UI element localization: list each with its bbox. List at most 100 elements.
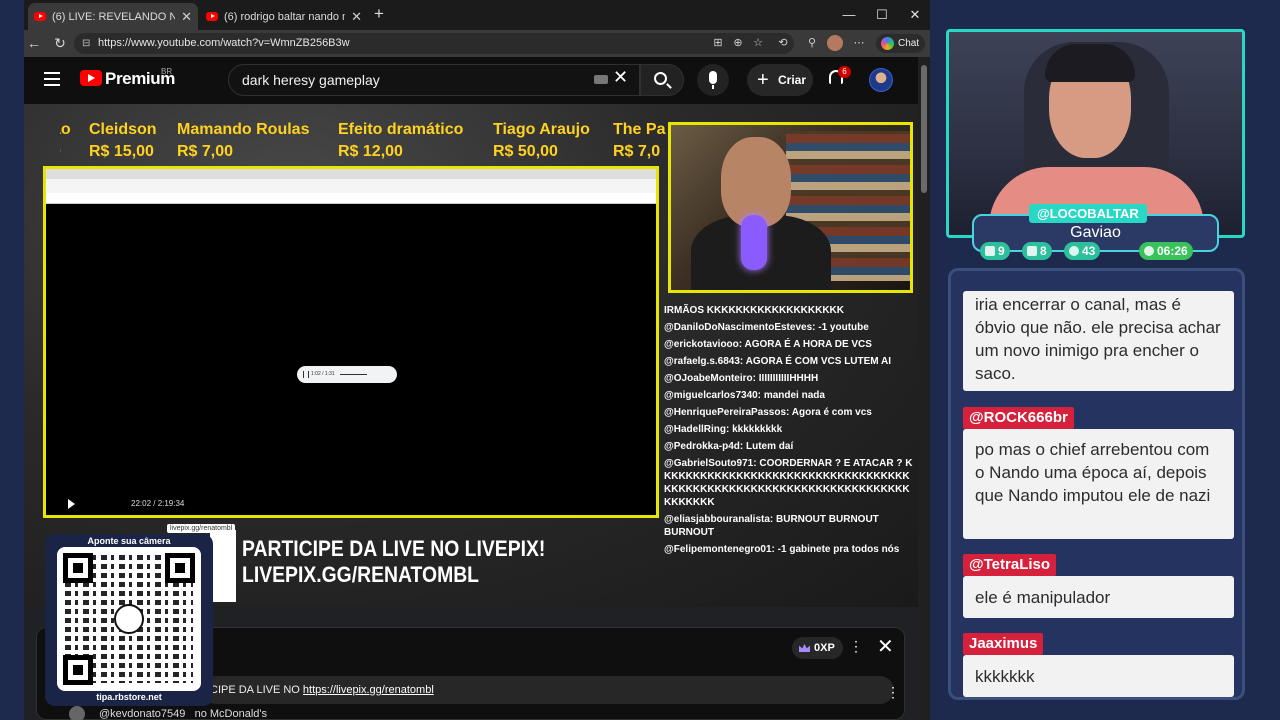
qr-caption: Aponte sua câmera	[87, 536, 171, 546]
chat-message: @HenriquePereiraPassos: Agora é com vcs	[664, 407, 872, 418]
tab-title: (6) rodrigo baltar nando moura sem	[224, 10, 345, 23]
tab-live-video[interactable]: (6) LIVE: REVELANDO NOVOS ÁUDIOS ✕	[28, 3, 198, 30]
xp-value: 0XP	[814, 642, 835, 654]
donor-ticker: ao 0 Cleidson R$ 15,00 Mamando Roulas R$…	[60, 120, 666, 164]
youtube-logo-icon[interactable]	[80, 70, 102, 86]
search-input[interactable]: dark heresy gameplay	[228, 64, 640, 96]
audio-track	[340, 374, 367, 375]
livepix-line-1: PARTICIPE DA LIVE NO LIVEPIX!	[242, 536, 546, 561]
microphone-icon	[114, 604, 144, 634]
chat-message: @rafaelg.s.6843: AGORA É COM VCS LUTEM A…	[664, 356, 892, 367]
search-button[interactable]	[640, 64, 684, 96]
close-icon[interactable]: ✕	[181, 9, 192, 25]
youtube-header: Premium BR dark heresy gameplay ✕ + Cria…	[24, 57, 930, 104]
streamer-hair	[1045, 44, 1135, 82]
donor-entry: Efeito dramático R$ 12,00	[338, 121, 464, 160]
chat-icon	[985, 246, 995, 256]
pinned-text: CIPE DA LIVE NO	[210, 684, 303, 696]
viewer-card: @LOCOBALTAR Gaviao 9 8 43 06:26	[972, 204, 1219, 267]
youtube-favicon-icon	[206, 12, 218, 21]
page-scrollbar[interactable]	[918, 57, 930, 720]
chat-message: @Pedrokka-p4d: Lutem daí	[664, 441, 794, 452]
stream-chat-overlay: IRMÃOS KKKKKKKKKKKKKKKKKKK @DaniloDoNasc…	[664, 304, 914, 584]
search-icon	[654, 72, 667, 85]
link-icon	[1069, 246, 1079, 256]
chat-username: @ROCK666br	[963, 407, 1074, 429]
profile-avatar[interactable]	[827, 35, 843, 51]
copilot-chat-button[interactable]: Chat	[876, 34, 926, 53]
plus-icon: +	[757, 69, 769, 91]
chat-author: @kevdonato7549	[99, 708, 186, 720]
qr-url: tipa.rbstore.net	[96, 692, 162, 702]
collections-icon[interactable]: ⚲	[805, 36, 819, 50]
app-icon[interactable]: ⊞	[711, 36, 725, 50]
audio-time: 1:02 / 1:31	[311, 371, 335, 377]
url-text: https://www.youtube.com/watch?v=WmnZB256…	[98, 37, 350, 49]
chat-message: @GabrielSouto971: COORDERNAR ? E ATACAR …	[664, 458, 913, 508]
chat-bubble: iria encerrar o canal, mas é óbvio que n…	[963, 291, 1234, 391]
new-tab-button[interactable]: +	[374, 4, 384, 24]
voice-search-button[interactable]	[697, 64, 729, 96]
menu-icon[interactable]	[44, 72, 60, 86]
xp-badge[interactable]: 0XP	[792, 637, 843, 659]
clear-search-icon[interactable]: ✕	[613, 67, 628, 88]
pinned-message: CIPE DA LIVE NO https://livepix.gg/renat…	[202, 676, 894, 704]
qr-finder	[165, 553, 195, 583]
video-player[interactable]: ao 0 Cleidson R$ 15,00 Mamando Roulas R$…	[24, 104, 918, 607]
chat-label: Chat	[898, 38, 920, 49]
more-options-icon[interactable]: ⋯	[852, 36, 866, 50]
chat-message: IRMÃOS KKKKKKKKKKKKKKKKKKK	[664, 305, 844, 316]
close-chat-icon[interactable]: ✕	[877, 634, 894, 659]
create-label: Criar	[778, 73, 807, 87]
browser-toolbar: ← ↻ ⊟ https://www.youtube.com/watch?v=Wm…	[24, 30, 930, 57]
shared-screen-address	[46, 179, 656, 193]
shared-screen: 1:02 / 1:31 22:02 / 2:19:34	[43, 166, 659, 518]
scrollbar-thumb[interactable]	[921, 65, 927, 193]
tab-strip: (6) LIVE: REVELANDO NOVOS ÁUDIOS ✕ (6) r…	[24, 0, 930, 30]
stat-badge: 9	[980, 242, 1010, 260]
qr-code-card: Aponte sua câmera tipa.rbstore.net	[45, 534, 213, 706]
donor-entry: ao 0	[60, 121, 71, 160]
site-info-icon[interactable]: ⊟	[82, 33, 90, 54]
close-window-icon[interactable]: ✕	[904, 5, 926, 25]
region-code: BR	[161, 67, 173, 76]
microphone-icon	[709, 71, 717, 89]
chat-text: no McDonald's	[194, 708, 267, 720]
stat-badge: 8	[1022, 242, 1052, 260]
pinned-options-icon[interactable]: ⋮	[886, 684, 900, 701]
account-avatar[interactable]	[869, 68, 893, 92]
microphone-icon	[741, 215, 767, 270]
qr-code	[57, 547, 201, 691]
livepix-banner: PARTICIPE DA LIVE NO LIVEPIX! LIVEPIX.GG…	[242, 536, 545, 588]
more-options-icon[interactable]: ⋮	[849, 638, 863, 655]
address-bar[interactable]: ⊟ https://www.youtube.com/watch?v=WmnZB2…	[74, 33, 794, 54]
chat-message: @OJoabeMonteiro: IIIIIIIIIIIHHHH	[664, 373, 819, 384]
create-button[interactable]: + Criar	[747, 64, 813, 96]
shared-screen-time: 22:02 / 2:19:34	[131, 499, 185, 508]
livepix-qr-small	[210, 530, 236, 602]
donor-entry: The Pa R$ 7,0	[613, 121, 666, 160]
shared-screen-controls: 22:02 / 2:19:34	[46, 493, 656, 515]
back-arrow-icon[interactable]: ←	[24, 33, 44, 53]
keyboard-icon[interactable]	[594, 75, 608, 84]
shared-screen-tabs	[46, 169, 656, 179]
chat-message: @HadellRing: kkkkkkkkk	[664, 424, 783, 435]
extensions-icon[interactable]: ⟲	[776, 36, 790, 50]
minimize-icon[interactable]: —	[838, 5, 860, 25]
crown-icon	[799, 644, 810, 652]
chat-message: @erickotaviooo: AGORA É A HORA DE VCS	[664, 339, 872, 350]
tab-title: (6) LIVE: REVELANDO NOVOS ÁUDIOS	[52, 10, 176, 23]
play-icon	[68, 499, 75, 509]
chat-message: @DaniloDoNascimentoEsteves: -1 youtube	[664, 322, 869, 333]
close-icon[interactable]: ✕	[351, 9, 362, 25]
qr-finder	[63, 553, 93, 583]
tab-search[interactable]: (6) rodrigo baltar nando moura sem ✕	[200, 3, 368, 30]
zoom-icon[interactable]: ⊕	[731, 36, 745, 50]
pinned-link[interactable]: https://livepix.gg/renatombl	[303, 684, 434, 696]
clock-icon	[1144, 246, 1154, 256]
chat-message: @eliasjabbouranalista: BURNOUT BURNOUT B…	[664, 514, 879, 538]
favorite-star-icon[interactable]: ☆	[751, 36, 765, 50]
reload-icon[interactable]: ↻	[50, 33, 70, 53]
notification-count-badge: 6	[838, 66, 851, 78]
maximize-icon[interactable]: ☐	[871, 5, 893, 25]
